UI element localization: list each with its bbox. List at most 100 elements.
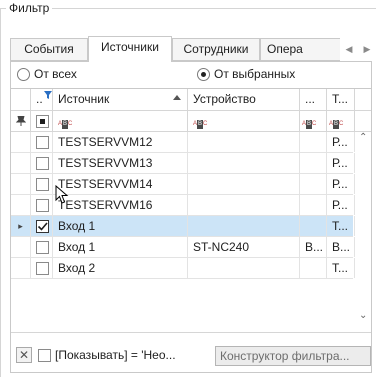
filter-row-checkbox[interactable]: [36, 115, 49, 128]
row-source: TESTSERVVM13: [53, 153, 188, 173]
row-indicator: ▸: [11, 216, 31, 236]
source-mode-radio-group: От всех От выбранных: [11, 62, 371, 88]
row-checkbox[interactable]: [36, 262, 49, 275]
row-col-t: Р...: [327, 153, 355, 173]
row-col-t: В...: [327, 237, 355, 257]
row-checkbox[interactable]: [36, 157, 49, 170]
filter-builder-button[interactable]: Конструктор фильтра...: [215, 346, 371, 366]
enable-filter-checkbox[interactable]: [38, 349, 51, 362]
filter-row-check[interactable]: [31, 111, 53, 131]
row-source: Вход 1: [53, 237, 188, 257]
row-source: TESTSERVVM16: [53, 195, 188, 215]
filter-row-indicator: [11, 111, 31, 131]
radio-from-all[interactable]: [17, 68, 30, 81]
row-col-t: Р...: [327, 195, 355, 215]
tab-operators[interactable]: Опера: [260, 38, 346, 61]
row-col-x: В...: [300, 237, 327, 257]
row-indicator: [11, 258, 31, 278]
row-check-cell[interactable]: [31, 237, 53, 257]
row-checkbox[interactable]: [36, 178, 49, 191]
filter-source-cell[interactable]: ABC: [53, 111, 188, 131]
row-checkbox[interactable]: [36, 199, 49, 212]
row-col-x: [300, 195, 327, 215]
abc-filter-icon: ABC: [329, 120, 344, 129]
filter-funnel-icon[interactable]: [44, 91, 52, 99]
grid-vertical-scrollbar[interactable]: ⌃ ⌄: [355, 132, 371, 322]
row-col-x: [300, 174, 327, 194]
row-checkbox[interactable]: [36, 241, 49, 254]
row-source: Вход 2: [53, 258, 188, 278]
header-col-x[interactable]: ...: [300, 89, 327, 110]
row-col-t: Р...: [327, 132, 355, 152]
row-device: [188, 153, 300, 173]
table-row[interactable]: TESTSERVVM13 Р...: [11, 153, 355, 174]
tab-strip: События Источники Сотрудники Опера ◀ ▶: [10, 36, 376, 62]
row-checkbox[interactable]: [36, 220, 49, 233]
row-device: [188, 132, 300, 152]
abc-filter-icon: ABC: [302, 120, 317, 129]
filter-pin-icon: [15, 115, 26, 126]
tab-scroll-arrows: ◀ ▶: [340, 38, 376, 61]
abc-filter-icon: ABC: [58, 120, 73, 129]
table-row[interactable]: ▸ Вход 1 Т...: [11, 216, 355, 237]
row-col-t: Т...: [327, 216, 355, 236]
table-row[interactable]: Вход 2 Т...: [11, 258, 355, 279]
row-indicator: [11, 195, 31, 215]
header-col-t[interactable]: Т...: [327, 89, 355, 110]
tab-sources[interactable]: Источники: [88, 36, 172, 62]
filter-col-x-cell[interactable]: ABC: [300, 111, 327, 131]
row-col-x: [300, 258, 327, 278]
radio-from-selected-label[interactable]: От выбранных: [214, 67, 295, 82]
row-source: TESTSERVVM14: [53, 174, 188, 194]
tab-scroll-right-icon[interactable]: ▶: [364, 44, 371, 55]
tab-events[interactable]: События: [10, 38, 88, 61]
row-indicator: [11, 174, 31, 194]
row-check-cell[interactable]: [31, 132, 53, 152]
mouse-cursor-icon: [55, 185, 69, 204]
header-indicator: [11, 89, 31, 110]
row-col-t: Т...: [327, 258, 355, 278]
row-device: [188, 174, 300, 194]
header-check-column[interactable]: ..: [31, 89, 53, 110]
scroll-up-icon[interactable]: ⌃: [359, 132, 367, 143]
row-col-x: [300, 132, 327, 152]
row-source: Вход 1: [53, 216, 188, 236]
abc-filter-icon: ABC: [193, 120, 208, 129]
checkmark-icon: [37, 222, 48, 231]
radio-from-selected[interactable]: [197, 68, 210, 81]
clear-filter-button[interactable]: ✕: [16, 347, 32, 363]
filter-col-t-cell[interactable]: ABC: [327, 111, 355, 131]
row-col-t: Р...: [327, 174, 355, 194]
sources-panel: От всех От выбранных .. Источник Устройс…: [10, 61, 372, 373]
radio-from-all-label[interactable]: От всех: [34, 67, 77, 82]
filter-device-cell[interactable]: ABC: [188, 111, 300, 131]
row-source: TESTSERVVM12: [53, 132, 188, 152]
sort-ascending-icon: [173, 95, 181, 100]
filter-footer: ✕ [Показывать] = 'Нео... Конструктор фил…: [11, 332, 371, 372]
row-indicator: [11, 237, 31, 257]
filter-group-title: Фильтр: [6, 0, 53, 16]
table-row[interactable]: Вход 1 ST-NC240 В... В...: [11, 237, 355, 258]
row-check-cell[interactable]: [31, 195, 53, 215]
tab-scroll-left-icon[interactable]: ◀: [346, 44, 353, 55]
filter-expression-text[interactable]: [Показывать] = 'Нео...: [55, 348, 176, 363]
row-col-x: [300, 153, 327, 173]
tab-employees[interactable]: Сотрудники: [172, 38, 260, 61]
table-row[interactable]: TESTSERVVM12 Р...: [11, 132, 355, 153]
row-checkbox[interactable]: [36, 136, 49, 149]
row-device: [188, 195, 300, 215]
row-check-cell[interactable]: [31, 153, 53, 173]
row-indicator: [11, 132, 31, 152]
row-check-cell[interactable]: [31, 258, 53, 278]
row-check-cell[interactable]: [31, 216, 53, 236]
row-device: [188, 216, 300, 236]
grid-header-row: .. Источник Устройство ... Т...: [11, 89, 371, 111]
scroll-down-icon[interactable]: ⌄: [359, 310, 367, 321]
sources-grid: .. Источник Устройство ... Т... ABC ABC …: [11, 88, 371, 322]
row-device: ST-NC240: [188, 237, 300, 257]
row-check-cell[interactable]: [31, 174, 53, 194]
header-device[interactable]: Устройство: [188, 89, 300, 110]
header-source[interactable]: Источник: [53, 89, 188, 110]
row-indicator: [11, 153, 31, 173]
row-device: [188, 258, 300, 278]
